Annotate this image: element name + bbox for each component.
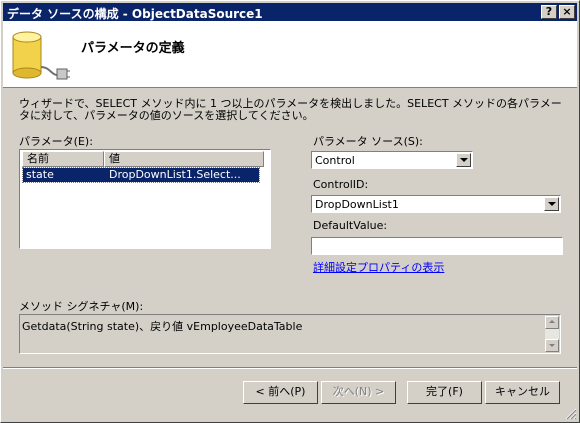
close-button[interactable]: ×	[559, 5, 575, 19]
parameters-list-header: 名前 値	[22, 151, 264, 167]
scroll-down-icon[interactable]	[545, 339, 559, 352]
parameters-list[interactable]: 名前 値 state DropDownList1.Select...	[19, 149, 271, 249]
back-button[interactable]: < 前へ(P)	[243, 381, 318, 404]
wizard-window: データ ソースの構成 - ObjectDataSource1 ? × パラメータ…	[0, 0, 580, 423]
method-signature-text: Getdata(String state)、戻り値 vEmployeeDataT…	[22, 320, 303, 333]
default-value-label: DefaultValue:	[313, 219, 388, 232]
chevron-down-icon[interactable]	[456, 153, 471, 167]
help-button[interactable]: ?	[541, 5, 557, 19]
signature-scrollbar[interactable]	[545, 316, 559, 352]
advanced-properties-link[interactable]: 詳細設定プロパティの表示	[313, 259, 444, 275]
column-header-name[interactable]: 名前	[22, 151, 104, 167]
chevron-down-icon[interactable]	[544, 197, 559, 211]
wizard-header: パラメータの定義	[3, 21, 577, 88]
next-button[interactable]: 次へ(N) >	[321, 381, 396, 404]
column-header-value[interactable]: 値	[104, 151, 264, 167]
resize-grip-icon[interactable]	[565, 408, 577, 420]
table-row[interactable]: state DropDownList1.Select...	[22, 167, 260, 183]
control-id-select[interactable]: DropDownList1	[311, 195, 561, 213]
control-id-value: DropDownList1	[315, 198, 399, 211]
method-signature-box[interactable]: Getdata(String state)、戻り値 vEmployeeDataT…	[19, 314, 561, 354]
parameters-label: パラメータ(E):	[19, 135, 93, 148]
parameter-source-select[interactable]: Control	[311, 151, 473, 169]
parameter-source-label: パラメータ ソース(S):	[313, 135, 423, 148]
footer-divider	[3, 367, 577, 369]
default-value-input[interactable]	[311, 237, 563, 255]
control-id-label: ControlID:	[313, 178, 369, 191]
finish-button[interactable]: 完了(F)	[407, 381, 482, 404]
method-signature-label: メソッド シグネチャ(M):	[19, 300, 144, 313]
cancel-button[interactable]: キャンセル	[485, 381, 560, 404]
page-title: パラメータの定義	[81, 41, 185, 56]
row-name-cell: state	[26, 168, 54, 181]
wizard-description: ウィザードで、SELECT メソッド内に 1 つ以上のパラメータを検出しました。…	[19, 97, 562, 122]
database-plug-icon	[12, 31, 70, 80]
window-title: データ ソースの構成 - ObjectDataSource1	[7, 7, 263, 21]
parameter-source-value: Control	[315, 154, 355, 167]
scroll-up-icon[interactable]	[545, 316, 559, 329]
row-value-cell: DropDownList1.Select...	[109, 168, 241, 181]
title-bar[interactable]: データ ソースの構成 - ObjectDataSource1 ? ×	[3, 3, 577, 21]
